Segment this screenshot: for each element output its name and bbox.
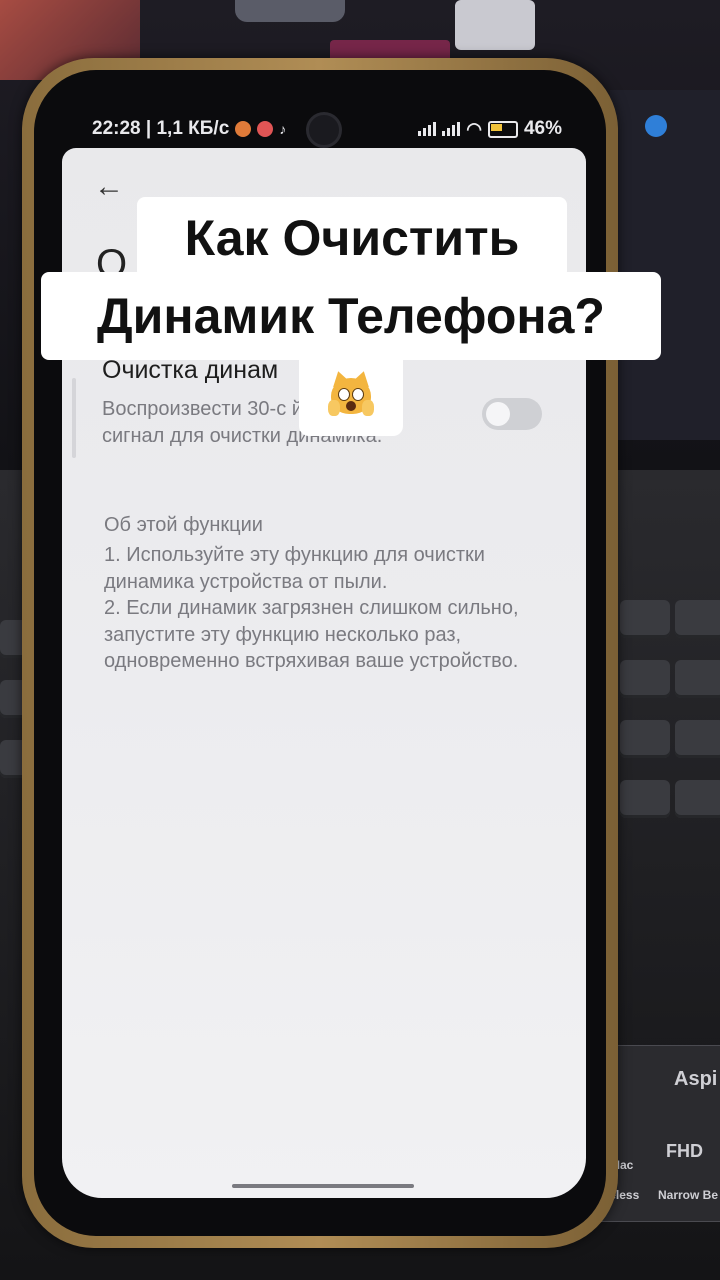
- keyboard-key: [620, 600, 670, 638]
- about-heading: Об этой функции: [104, 514, 263, 536]
- signal-icon: [418, 122, 437, 136]
- keyboard-key: [675, 600, 720, 638]
- caption-line-1: Как Очистить: [137, 197, 567, 279]
- caption-line-2: Динамик Телефона?: [41, 272, 661, 360]
- battery-percent: 46%: [523, 118, 562, 139]
- home-indicator[interactable]: [232, 1184, 414, 1188]
- about-line-1: 1. Используйте эту функцию для очистки д…: [104, 544, 485, 593]
- sticker-narrow: Narrow Be: [658, 1188, 719, 1202]
- status-bar: 22:28 | 1,1 КБ/с ♪ ◠ 46%: [92, 112, 562, 148]
- back-arrow-icon[interactable]: ←: [94, 170, 124, 204]
- monitor-blue-dot: [645, 115, 667, 137]
- keyboard-key: [675, 660, 720, 698]
- monitor-panel: [610, 90, 720, 440]
- setting-item-title: Очистка динам: [102, 356, 279, 384]
- speaker-cleaning-toggle[interactable]: [482, 398, 542, 430]
- keyboard-key: [675, 780, 720, 818]
- status-time: 22:28 | 1,1 КБ/с: [92, 118, 230, 139]
- keyboard-key: [620, 780, 670, 818]
- about-line-2: 2. Если динамик загрязнен слишком сильно…: [104, 597, 519, 672]
- tiktok-icon: ♪: [279, 121, 287, 137]
- battery-icon: [487, 120, 518, 138]
- keyboard-key: [675, 720, 720, 758]
- keyboard-key: [620, 660, 670, 698]
- keyboard-key: [620, 720, 670, 758]
- signal-icon: [442, 122, 461, 136]
- app-notification-icon: [257, 121, 274, 137]
- monitor-element: [455, 0, 535, 50]
- sticker-brand: Aspi: [674, 1068, 718, 1090]
- app-notification-icon: [235, 121, 252, 137]
- about-text: 1. Используйте эту функцию для очистки д…: [104, 542, 564, 675]
- sticker-fhd: FHD: [666, 1141, 703, 1161]
- monitor-element: [235, 0, 345, 22]
- caption-emoji: [299, 354, 403, 436]
- scroll-indicator: [72, 378, 76, 458]
- wifi-icon: ◠: [466, 118, 482, 139]
- weary-cat-icon: [328, 368, 374, 420]
